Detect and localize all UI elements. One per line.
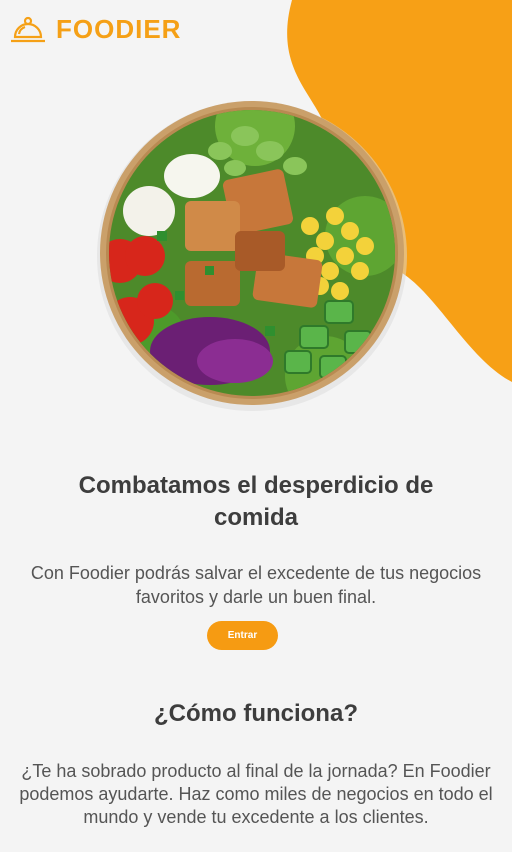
brand-logo-text[interactable]: FOODIER (56, 14, 181, 45)
enter-button[interactable]: Entrar (207, 621, 278, 650)
page-subtitle: Con Foodier podrás salvar el excedente d… (30, 563, 482, 607)
serving-bell-icon (11, 16, 45, 43)
how-it-works-heading: ¿Cómo funciona? (154, 700, 358, 727)
how-it-works-text: ¿Te ha sobrado producto al final de la j… (19, 761, 493, 827)
site-header: FOODIER (8, 12, 181, 46)
page-title: Combatamos el desperdicio de comida (78, 472, 434, 531)
salad-bowl-image (97, 101, 407, 411)
